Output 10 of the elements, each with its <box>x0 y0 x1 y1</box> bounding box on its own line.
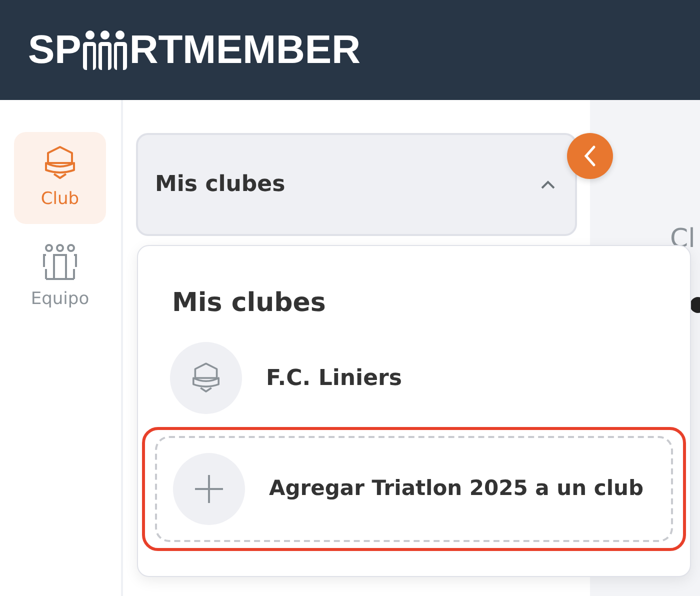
club-option[interactable]: F.C. Liniers <box>142 339 686 417</box>
club-dropdown[interactable]: Mis clubes <box>136 133 577 236</box>
chevron-left-icon <box>583 145 597 167</box>
logo-text: RTMEMBER <box>129 30 360 70</box>
menu-title: Mis clubes <box>172 287 327 320</box>
people-icon <box>81 30 130 70</box>
logo-text: SP <box>28 30 82 70</box>
plus-icon <box>194 474 224 504</box>
add-club-item[interactable]: Agregar Triatlon 2025 a un club <box>155 436 673 542</box>
chevron-up-icon <box>541 180 555 190</box>
